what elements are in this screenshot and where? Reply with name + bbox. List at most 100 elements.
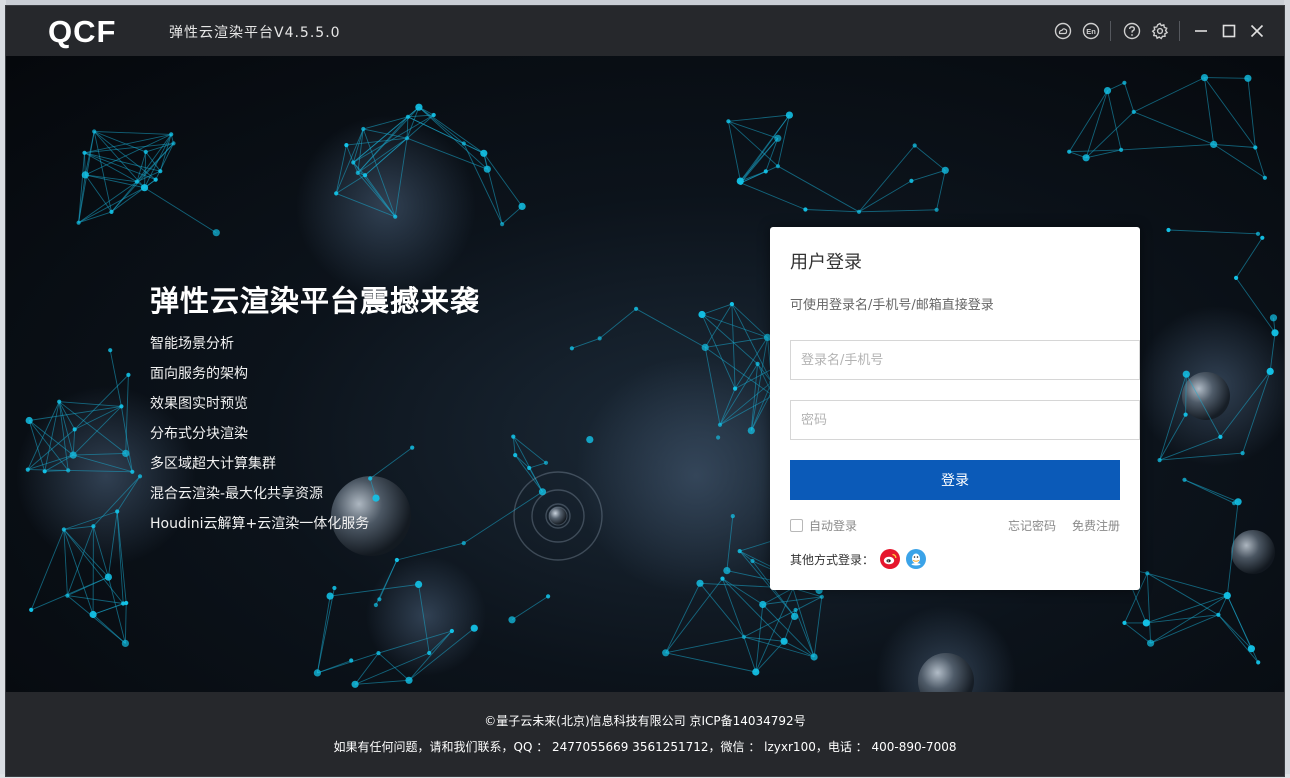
network-node — [405, 136, 410, 141]
auto-login-toggle[interactable]: 自动登录 — [790, 517, 857, 534]
network-node — [1244, 74, 1252, 82]
feature-item: 效果图实时预览 — [150, 396, 248, 412]
app-title: 弹性云渲染平台V4.5.5.0 — [169, 25, 341, 41]
network-node — [344, 143, 349, 148]
weibo-icon[interactable] — [880, 549, 901, 569]
network-node — [1262, 175, 1267, 180]
title-bar-divider — [1179, 21, 1180, 41]
network-link — [858, 180, 912, 213]
network-node — [785, 111, 794, 119]
network-node — [137, 474, 143, 479]
network-node — [140, 184, 149, 192]
network-node — [415, 580, 423, 589]
network-link — [124, 602, 127, 644]
network-node — [25, 467, 30, 472]
network-link — [1146, 573, 1152, 644]
network-node — [130, 469, 135, 474]
forgot-password-link[interactable]: 忘记密码 — [1008, 517, 1056, 534]
network-link — [795, 609, 815, 658]
register-link[interactable]: 免费注册 — [1072, 517, 1120, 534]
network-node — [212, 229, 220, 237]
feature-item: 智能场景分析 — [150, 336, 234, 352]
auto-login-checkbox[interactable] — [790, 519, 803, 532]
network-node — [747, 427, 755, 435]
network-link — [701, 303, 733, 315]
network-link — [1121, 143, 1214, 151]
network-link — [665, 636, 744, 654]
network-link — [78, 181, 138, 224]
network-link — [107, 576, 126, 644]
network-node — [1131, 109, 1136, 114]
network-node — [158, 169, 163, 174]
network-link — [599, 308, 637, 339]
network-node — [1234, 275, 1239, 280]
password-input[interactable] — [790, 400, 1140, 440]
network-node — [508, 616, 516, 624]
feature-item: 混合云渲染-最大化共享资源 — [150, 486, 324, 502]
network-link — [1146, 595, 1228, 624]
network-link — [1204, 77, 1248, 79]
network-node — [755, 361, 760, 366]
network-node — [377, 597, 382, 602]
network-node — [716, 435, 721, 440]
network-link — [762, 596, 822, 605]
network-node — [662, 649, 670, 657]
network-node — [76, 220, 81, 225]
qq-icon[interactable] — [906, 549, 927, 569]
network-node — [449, 628, 454, 634]
login-panel: 用户登录 可使用登录名/手机号/邮箱直接登录 登录 自动登录 忘记密码 免费注册… — [770, 227, 1140, 590]
network-node — [372, 494, 380, 502]
network-link — [529, 462, 547, 469]
network-link — [84, 133, 172, 154]
network-node — [81, 171, 89, 179]
title-bar-controls: En — [1048, 18, 1270, 44]
network-node — [912, 143, 917, 148]
network-node — [1166, 227, 1171, 233]
login-button[interactable]: 登录 — [790, 460, 1120, 500]
network-node — [153, 177, 158, 182]
network-node — [723, 567, 731, 575]
help-icon[interactable] — [1119, 18, 1145, 44]
network-link — [1218, 614, 1252, 650]
maximize-icon[interactable] — [1216, 18, 1242, 44]
network-node — [736, 177, 744, 185]
network-node — [513, 453, 518, 458]
network-link — [936, 170, 946, 210]
network-link — [1213, 144, 1266, 179]
network-node — [351, 680, 359, 688]
network-node — [1067, 149, 1072, 154]
network-node — [1266, 367, 1274, 375]
account-links: 忘记密码 免费注册 — [992, 517, 1120, 534]
settings-gear-icon[interactable] — [1147, 18, 1173, 44]
network-node — [856, 209, 862, 214]
network-node — [363, 173, 368, 178]
network-node — [791, 612, 799, 621]
network-node — [752, 668, 760, 676]
close-icon[interactable] — [1244, 18, 1270, 44]
network-node — [729, 302, 735, 307]
network-node — [1122, 620, 1127, 626]
login-title: 用户登录 — [790, 252, 862, 273]
network-node — [1216, 612, 1221, 617]
network-node — [500, 222, 505, 227]
network-link — [144, 187, 217, 234]
network-link — [755, 640, 785, 673]
minimize-icon[interactable] — [1188, 18, 1214, 44]
footer-copyright: ©量子云未来(北京)信息科技有限公司 京ICP备14034792号 — [484, 714, 806, 728]
language-en-icon[interactable]: En — [1078, 18, 1104, 44]
network-node — [121, 639, 129, 648]
username-input[interactable] — [790, 340, 1140, 380]
orb-core — [548, 506, 568, 526]
network-node — [717, 422, 723, 427]
network-node — [470, 624, 478, 632]
network-node — [109, 209, 114, 214]
network-link — [1168, 229, 1259, 235]
app-window: QCF 弹性云渲染平台V4.5.5.0 En 弹性云渲染平台震撼来袭 智能场景分… — [6, 6, 1284, 776]
login-hint: 可使用登录名/手机号/邮箱直接登录 — [790, 298, 994, 313]
title-bar[interactable]: QCF 弹性云渲染平台V4.5.5.0 En — [6, 6, 1284, 56]
network-link — [635, 308, 706, 348]
cloud-icon[interactable] — [1050, 18, 1076, 44]
network-node — [720, 576, 725, 581]
network-node — [313, 669, 321, 677]
network-link — [511, 596, 549, 621]
